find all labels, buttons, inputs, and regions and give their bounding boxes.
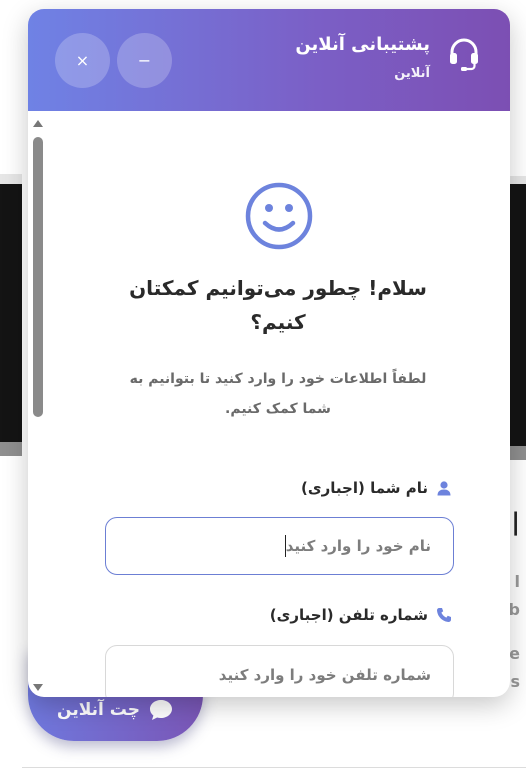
scrollbar[interactable] (30, 117, 44, 697)
minimize-icon: − (137, 51, 152, 70)
welcome-subtitle-line: شما کمک کنیم. (225, 401, 331, 417)
phone-label-text: شماره تلفن (اجباری) (269, 606, 428, 624)
welcome-title: سلام! چطور می‌توانیم کمکتان کنیم؟ (118, 271, 438, 339)
bg-right-strip-dark (510, 184, 526, 446)
scroll-down-icon[interactable] (33, 684, 43, 691)
chat-panel: × − پشتیبانی آنلاین آنلاین سلام! چطور می… (28, 9, 510, 697)
chat-launcher-label: چت آنلاین (57, 699, 140, 720)
welcome-title-line: سلام! چطور می‌توانیم کمکتان (129, 276, 427, 300)
user-icon (437, 481, 451, 496)
bg-left-strip-light (0, 174, 22, 184)
bg-left-strip-dark (0, 184, 22, 442)
name-input-placeholder: نام خود را وارد کنید (285, 537, 431, 555)
smile-icon (245, 182, 313, 250)
chat-title: پشتیبانی آنلاین (295, 34, 430, 55)
close-button[interactable]: × (55, 33, 110, 88)
chat-bubble-icon (149, 699, 172, 720)
name-field-label: نام شما (اجباری) (301, 479, 452, 497)
bg-right-strip-light (510, 176, 526, 184)
welcome-subtitle: لطفاً اطلاعات خود را وارد کنید تا بتوانی… (98, 364, 458, 424)
headset-icon (450, 38, 478, 71)
name-label-text: نام شما (اجباری) (301, 479, 428, 497)
bg-text-fragment: l (514, 572, 520, 591)
phone-input[interactable]: شماره تلفن خود را وارد کنید (105, 645, 454, 697)
bg-text-fragment: | (511, 508, 520, 536)
bg-text-fragment: e (509, 644, 520, 663)
text-caret (284, 535, 286, 557)
welcome-subtitle-line: لطفاً اطلاعات خود را وارد کنید تا بتوانی… (129, 371, 427, 387)
bg-right-strip-gray (510, 446, 526, 460)
scrollbar-thumb[interactable] (33, 137, 43, 417)
scroll-up-icon[interactable] (33, 120, 43, 127)
phone-icon (437, 608, 451, 622)
phone-input-placeholder: شماره تلفن خود را وارد کنید (218, 666, 431, 684)
bg-divider (22, 767, 526, 768)
name-input[interactable]: نام خود را وارد کنید (105, 517, 454, 575)
bg-left-strip-gray (0, 442, 22, 456)
minimize-button[interactable]: − (117, 33, 172, 88)
bg-text-fragment: b (508, 600, 520, 619)
chat-header: × − پشتیبانی آنلاین آنلاین (28, 9, 510, 111)
status-label: آنلاین (394, 66, 430, 81)
bg-text-fragment: s (510, 672, 520, 691)
phone-field-label: شماره تلفن (اجباری) (270, 606, 452, 624)
close-icon: × (75, 51, 90, 70)
welcome-title-line: کنیم؟ (250, 310, 306, 334)
